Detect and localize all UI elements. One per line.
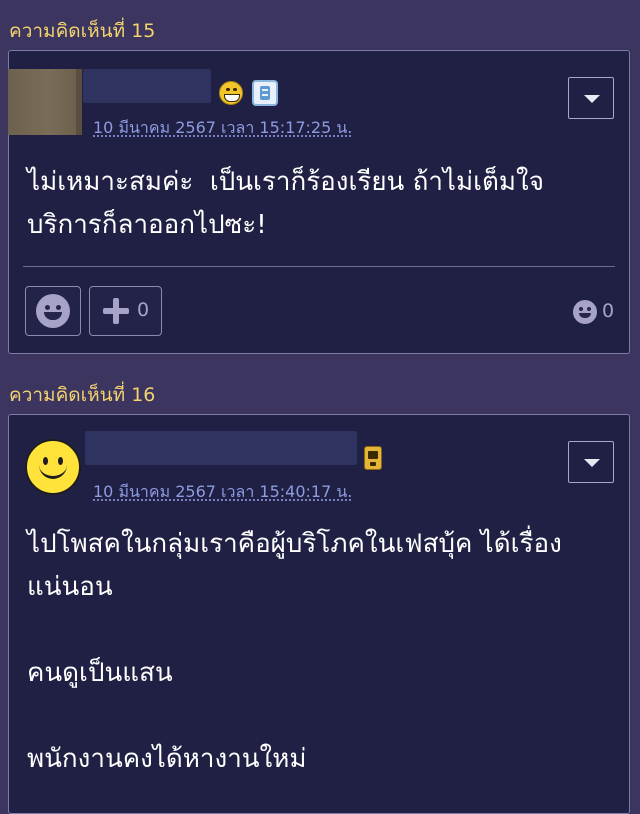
plus-icon — [103, 298, 129, 324]
emotion-count: 0 — [602, 300, 615, 322]
blog-b-icon[interactable] — [252, 80, 278, 106]
smile-icon — [36, 294, 70, 328]
username-redacted[interactable] — [83, 69, 211, 103]
comment-body: ไปโพสคในกลุ่มเราคือผู้บริโภคในเฟสบุ้ค ได… — [27, 529, 562, 774]
comment-16-card: 10 มีนาคม 2567 เวลา 15:40:17 น. ไปโพสคใน… — [8, 414, 630, 814]
comment-menu-button[interactable] — [568, 441, 614, 483]
divider — [23, 266, 615, 267]
chevron-down-icon — [584, 459, 600, 467]
comment-body: ไม่เหมาะสมค่ะ เป็นเราก็ร้องเรียน ถ้าไม่เ… — [27, 167, 544, 240]
plus-vote-button[interactable]: 0 — [89, 286, 162, 336]
grin-emoji-icon — [219, 81, 243, 105]
emotion-button[interactable] — [25, 286, 81, 336]
plus-count: 0 — [137, 299, 150, 321]
username-redacted[interactable] — [85, 431, 357, 465]
chevron-down-icon — [584, 95, 600, 103]
comment-15-header: ความคิดเห็นที่ 15 — [9, 20, 156, 42]
comment-15-card: 10 มีนาคม 2567 เวลา 15:17:25 น. ไม่เหมาะ… — [8, 50, 630, 354]
emotion-count-icon — [573, 300, 597, 324]
comment-menu-button[interactable] — [568, 77, 614, 119]
comment-16-header: ความคิดเห็นที่ 16 — [9, 384, 156, 406]
phone-icon — [364, 446, 382, 470]
comment-date-link[interactable]: 10 มีนาคม 2567 เวลา 15:40:17 น. — [93, 480, 352, 505]
comment-date-link[interactable]: 10 มีนาคม 2567 เวลา 15:17:25 น. — [93, 116, 352, 141]
yellow-smiley-avatar[interactable] — [25, 439, 81, 495]
user-avatar[interactable] — [8, 69, 82, 135]
